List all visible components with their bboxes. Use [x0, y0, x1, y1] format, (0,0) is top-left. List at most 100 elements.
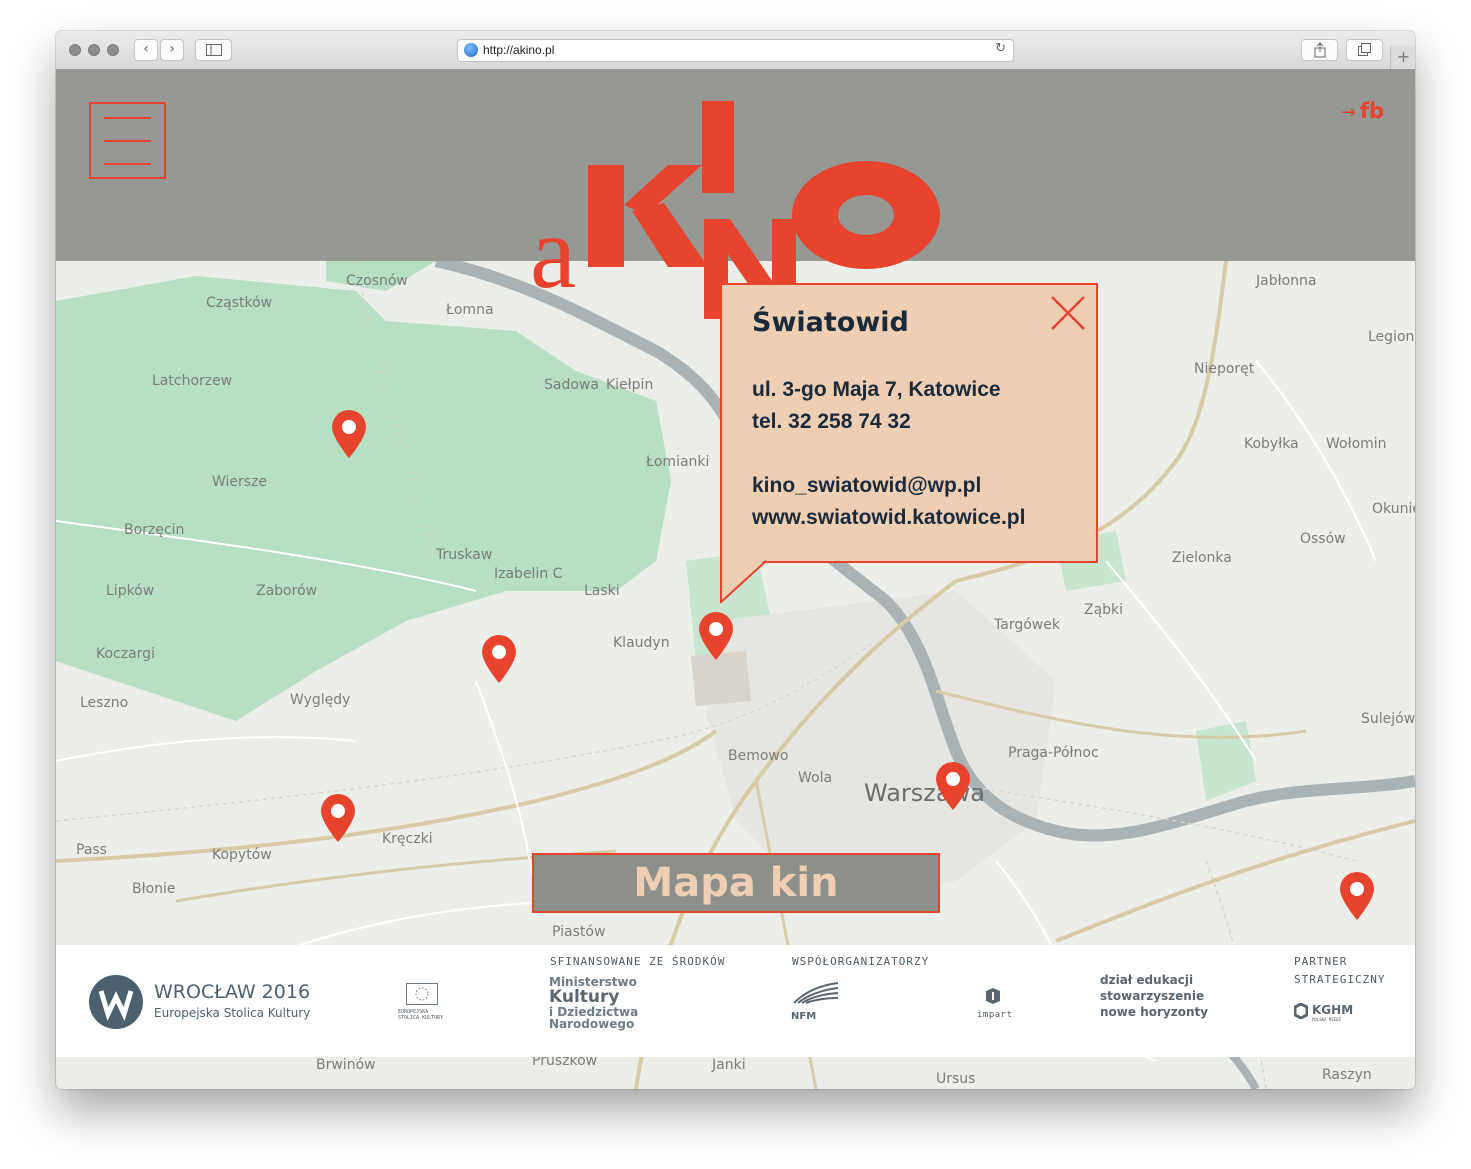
map-label: Bemowo	[728, 748, 789, 764]
impart-logo-icon	[986, 988, 1000, 1004]
cinema-name: Światowid	[752, 307, 909, 338]
cinema-info-popup: Światowid ul. 3-go Maja 7, Katowice tel.…	[720, 283, 1098, 563]
map-label: Latchorzew	[152, 373, 233, 389]
nowe-horyzonty-line: nowe horyzonty	[1100, 1005, 1209, 1019]
minimize-window-button[interactable]	[88, 44, 100, 56]
map-label: Cząstków	[206, 295, 273, 311]
map-label: Kopytów	[212, 847, 272, 863]
sidebar-toggle-button[interactable]	[195, 39, 232, 61]
map-label: Czosnów	[346, 273, 408, 289]
funding-caption: SFINANSOWANE ZE ŚRODKÓW	[550, 955, 726, 968]
map-label: Sadowa	[544, 377, 599, 393]
map-label: Ossów	[1300, 531, 1346, 547]
map-label: Łomna	[446, 302, 494, 318]
browser-window: ‹ › http://akino.pl ↻ + Czosnów Łomna Cz…	[56, 31, 1415, 1089]
wroclaw-title: WROCŁAW 2016	[154, 981, 311, 1003]
map-label: Zaborów	[256, 583, 318, 599]
map-label: Kiełpin	[606, 377, 654, 393]
tabs-icon	[1357, 43, 1371, 56]
ministry-logo-line: Kultury	[549, 987, 620, 1007]
chevron-left-icon: ‹	[143, 41, 149, 57]
cinema-map-button[interactable]: Mapa kin	[532, 853, 940, 913]
map-pin[interactable]	[319, 793, 357, 843]
map-label: Legionowo	[1368, 329, 1415, 345]
map-label: Ząbki	[1084, 602, 1124, 618]
arrow-right-icon: →	[1340, 102, 1356, 123]
coorganizers-caption: WSPÓŁORGANIZATORZY	[792, 955, 930, 968]
map-label: Nieporęt	[1194, 361, 1255, 377]
close-window-button[interactable]	[69, 44, 81, 56]
map-label: Sulejówek	[1361, 711, 1415, 727]
browser-titlebar: ‹ › http://akino.pl ↻	[56, 31, 1415, 70]
sidebar-icon	[205, 44, 222, 56]
cinema-email[interactable]: kino_swiatowid@wp.pl	[752, 474, 981, 498]
kghm-logo-subtext: POLSKA MIEDŹ	[1312, 1017, 1341, 1022]
logo-letter-a: a	[530, 195, 576, 310]
tabs-overview-button[interactable]	[1346, 39, 1383, 61]
map-label: Błonie	[132, 881, 176, 897]
eu-caption: STOLICA KULTURY	[398, 1015, 444, 1021]
facebook-link-label: fb	[1359, 99, 1384, 123]
map-label: Piastów	[552, 924, 606, 940]
menu-icon-line	[104, 163, 151, 165]
map-label: Okuniew	[1372, 501, 1415, 517]
page-content: Czosnów Łomna Cząstków Sadowa Kiełpin Ło…	[56, 69, 1415, 1089]
map-label: Truskaw	[436, 547, 493, 563]
map-label: Wyględy	[290, 692, 351, 708]
partner-caption: STRATEGICZNY	[1294, 973, 1386, 986]
url-text: http://akino.pl	[483, 43, 555, 57]
map-pin[interactable]	[934, 761, 972, 811]
wroclaw-subtitle: Europejska Stolica Kultury	[154, 1006, 311, 1020]
forward-button[interactable]: ›	[160, 39, 184, 61]
map-label: Koczargi	[96, 646, 155, 662]
new-tab-button[interactable]: +	[1390, 46, 1415, 69]
map-label: Raszyn	[1322, 1067, 1372, 1083]
map-label: Ursus	[936, 1071, 976, 1087]
map-label: Lipków	[106, 583, 155, 599]
cinema-map-button-label: Mapa kin	[633, 860, 839, 906]
facebook-link[interactable]: → fb	[1341, 99, 1384, 123]
map-pin[interactable]	[330, 409, 368, 459]
nowe-horyzonty-line: dział edukacji	[1100, 973, 1194, 987]
map-label: Kręczki	[382, 831, 433, 847]
menu-icon-line	[104, 140, 151, 142]
cinema-website[interactable]: www.swiatowid.katowice.pl	[752, 506, 1025, 530]
reload-icon[interactable]: ↻	[995, 41, 1006, 56]
share-icon	[1314, 42, 1325, 58]
map-pin-selected[interactable]	[697, 611, 735, 661]
share-button[interactable]	[1301, 39, 1338, 61]
zoom-window-button[interactable]	[107, 44, 119, 56]
address-bar[interactable]: http://akino.pl ↻	[457, 39, 1014, 62]
cinema-address: ul. 3-go Maja 7, Katowice	[752, 378, 1001, 401]
map-label: Klaudyn	[613, 635, 670, 651]
map-label: Kobyłka	[1244, 436, 1299, 452]
nfm-logo-text: NFM	[791, 1011, 817, 1022]
map-label: Łomianki	[646, 454, 710, 470]
map-label: Laski	[584, 583, 620, 599]
map-label: Zielonka	[1172, 550, 1232, 566]
map-pin[interactable]	[1338, 871, 1376, 921]
menu-button[interactable]	[89, 102, 166, 179]
nowe-horyzonty-line: stowarzyszenie	[1100, 989, 1205, 1003]
map-label: Pass	[76, 842, 107, 858]
kghm-logo-icon	[1294, 1003, 1308, 1019]
map-label: Praga-Północ	[1008, 745, 1099, 761]
eu-flag-icon	[406, 983, 438, 1005]
kghm-logo-text: KGHM	[1312, 1003, 1354, 1017]
map-label: Borzęcin	[124, 522, 185, 538]
nfm-logo-graphic[interactable]	[792, 981, 840, 1005]
map-label: Janki	[712, 1057, 746, 1073]
impart-logo-text: impart	[977, 1010, 1013, 1020]
back-button[interactable]: ‹	[134, 39, 158, 61]
cinema-phone: tel. 32 258 74 32	[752, 410, 911, 433]
map-label: Izabelin C	[494, 566, 563, 582]
close-icon[interactable]	[1049, 294, 1087, 332]
menu-icon	[104, 117, 151, 119]
wroclaw-2016-logo[interactable]	[88, 974, 144, 1030]
map-pin[interactable]	[480, 634, 518, 684]
ministry-logo-line: Narodowego	[549, 1017, 635, 1031]
globe-icon	[464, 43, 478, 57]
popup-pointer	[720, 559, 767, 604]
map-label: Targówek	[994, 617, 1060, 633]
map-label: Wola	[798, 770, 833, 786]
